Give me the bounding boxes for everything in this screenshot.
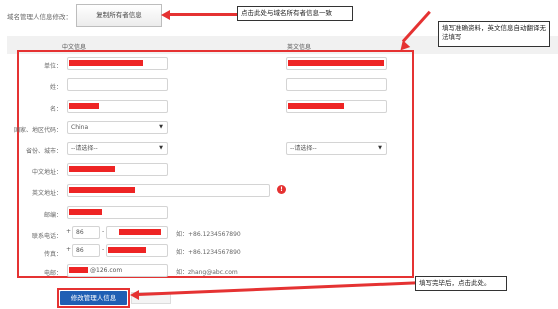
surname-en-input[interactable] xyxy=(286,78,387,91)
unit-label: 单位： xyxy=(43,63,62,70)
fax-redaction xyxy=(108,247,146,253)
unit-en-redaction xyxy=(288,60,384,66)
copy-arrow-shaft xyxy=(168,13,238,16)
postcode-label: 邮编： xyxy=(43,212,62,219)
phone-redaction xyxy=(119,229,161,235)
phone-code-value: 86 xyxy=(76,229,84,236)
province-cn-placeholder: --请选择-- xyxy=(71,145,98,152)
warning-icon: ! xyxy=(277,185,286,194)
unit-cn-redaction xyxy=(69,60,143,66)
submit-arrow-head xyxy=(130,289,139,300)
copy-callout: 点击此处与域名所有者信息一致 xyxy=(237,6,353,21)
phone-country-code-input[interactable]: 86 xyxy=(72,226,100,239)
email-domain-value: @126.com xyxy=(90,267,123,274)
fax-country-code-input[interactable]: 86 xyxy=(72,244,100,257)
fax-dash: - xyxy=(102,246,105,253)
chevron-down-icon: ▼ xyxy=(159,124,163,130)
surname-cn-input[interactable] xyxy=(67,78,168,91)
surname-label: 姓： xyxy=(49,84,62,91)
copy-arrow-head xyxy=(161,9,170,20)
fax-plus: + xyxy=(66,246,72,253)
province-cn-select[interactable]: --请选择-- ▼ xyxy=(67,142,168,155)
copy-owner-button[interactable]: 复制所有者信息 xyxy=(76,4,162,27)
country-select[interactable]: China ▼ xyxy=(67,121,168,134)
name-cn-redaction xyxy=(69,103,99,109)
email-redaction xyxy=(69,267,88,273)
postcode-redaction xyxy=(69,209,102,215)
phone-plus: + xyxy=(66,228,72,235)
email-label: 电邮： xyxy=(43,270,62,277)
fax-code-value: 86 xyxy=(76,247,84,254)
name-label: 名： xyxy=(49,106,62,113)
province-en-select[interactable]: --请选择-- ▼ xyxy=(286,142,387,155)
fax-hint: 如：+86.1234567890 xyxy=(176,249,241,256)
cn-address-label: 中文地址： xyxy=(31,169,62,176)
fill-callout: 填写准确资料，英文信息自动翻译无法填写 xyxy=(438,21,550,47)
phone-dash: - xyxy=(102,228,105,235)
en-address-label: 英文地址： xyxy=(31,190,62,197)
phone-label: 联系电话： xyxy=(31,233,62,240)
country-label: 国家、地区代码： xyxy=(13,127,62,134)
submit-callout: 填写完毕后，点击此处。 xyxy=(415,276,507,291)
chevron-down-icon: ▼ xyxy=(159,145,163,151)
section-label: 域名管理人信息修改： xyxy=(7,13,72,21)
fax-label: 传真： xyxy=(43,251,62,258)
name-en-redaction xyxy=(288,103,344,109)
province-label: 省份、城市： xyxy=(25,148,62,155)
en-address-redaction xyxy=(69,187,135,193)
submit-arrow-shaft xyxy=(137,281,416,296)
email-hint: 如：zhang@abc.com xyxy=(176,269,238,276)
province-en-placeholder: --请选择-- xyxy=(290,145,317,152)
phone-hint: 如：+86.1234567890 xyxy=(176,231,241,238)
country-value: China xyxy=(71,124,89,131)
cn-address-redaction xyxy=(69,166,115,172)
chevron-down-icon: ▼ xyxy=(378,145,382,151)
submit-button[interactable]: 修改管理人信息 xyxy=(60,291,127,305)
